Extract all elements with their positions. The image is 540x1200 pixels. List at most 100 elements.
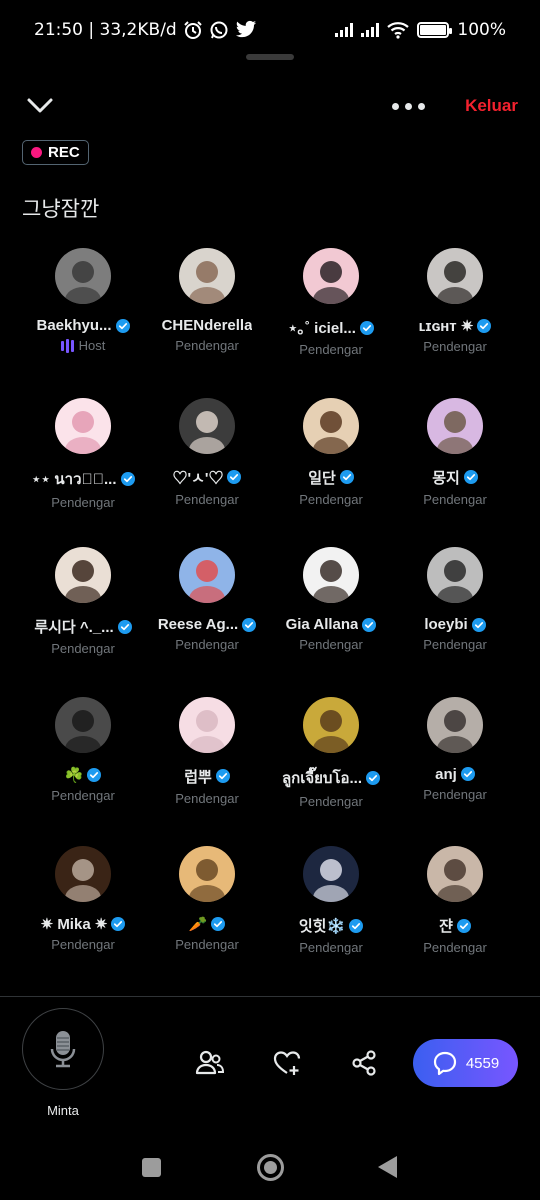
participant-name: 루시다 ^._... (34, 619, 114, 636)
verified-badge-icon (359, 320, 374, 335)
avatar (55, 696, 111, 753)
participant-card[interactable]: Gia Allana Pendengar (269, 547, 393, 697)
home-circle-icon[interactable] (257, 1154, 284, 1181)
participant-name: 쟌 (439, 918, 453, 935)
recording-dot-icon (31, 147, 42, 158)
verified-badge-icon (362, 617, 377, 632)
participant-card[interactable]: ✷ Mika ✷ Pendengar (21, 846, 145, 996)
participant-name: ✷ Mika ✷ (40, 916, 108, 933)
participant-name-row: ♡'ㅅ'♡ (173, 467, 242, 488)
participant-card[interactable]: ☘️ Pendengar (21, 696, 145, 847)
participant-role: Host (60, 338, 105, 353)
participant-name: Reese Ag... (157, 616, 239, 633)
verified-badge-icon (460, 767, 475, 781)
chevron-down-icon[interactable] (26, 92, 54, 120)
people-icon[interactable] (195, 1048, 225, 1078)
participant-card[interactable]: ♡'ㅅ'♡ Pendengar (145, 397, 269, 548)
participant-name: anj (435, 765, 457, 783)
participant-name-row: Gia Allana (286, 616, 377, 633)
sheet-drag-handle[interactable] (246, 54, 294, 60)
share-icon[interactable] (349, 1048, 379, 1078)
back-triangle-icon[interactable] (378, 1156, 397, 1178)
avatar (179, 397, 235, 454)
avatar (427, 696, 483, 753)
wifi-icon (387, 22, 410, 39)
participant-role-label: Pendengar (299, 342, 363, 357)
recording-label: REC (48, 144, 80, 161)
status-bar: 21:50 | 33,2KB/d 100% (0, 0, 540, 60)
participant-name-row: ☘️ (65, 766, 102, 784)
status-right: 100% (335, 20, 506, 40)
participant-name-row: 일단 (308, 467, 354, 488)
participant-card[interactable]: anj Pendengar (393, 696, 517, 847)
participant-card[interactable]: 쟌 Pendengar (393, 846, 517, 996)
avatar (303, 846, 359, 902)
participant-card[interactable]: 몽지 Pendengar (393, 397, 517, 548)
avatar (427, 248, 483, 304)
participant-name: ♡'ㅅ'♡ (172, 469, 224, 487)
participant-card[interactable]: ⋆⋆ นาว�ึ... Pendengar (21, 397, 145, 548)
participant-role: Pendengar (175, 338, 239, 353)
participant-name-row: 럽뿌 (184, 766, 230, 787)
verified-badge-icon (215, 769, 230, 783)
avatar (303, 696, 359, 753)
participant-role-label: Pendengar (175, 790, 239, 806)
participant-role-label: Pendengar (423, 637, 487, 652)
participant-role-label: Pendengar (51, 494, 115, 510)
battery-percent: 100% (457, 20, 506, 40)
space-header: Keluar (0, 88, 540, 128)
participant-name: Baekhyu... (36, 317, 112, 334)
participant-role: Pendengar (299, 342, 363, 357)
leave-button[interactable]: Keluar (465, 96, 518, 116)
participant-role: Pendengar (175, 492, 239, 507)
participant-card[interactable]: ลูกเจี๊ยบโอ... Pendengar (269, 696, 393, 847)
battery-icon (417, 22, 453, 38)
participant-role: Pendengar (51, 495, 115, 510)
chat-count: 4559 (465, 1054, 500, 1072)
participant-name: 럽뿌 (184, 768, 212, 786)
participant-card[interactable]: CHENderella Pendengar (145, 248, 269, 398)
avatar (303, 547, 359, 603)
participant-role-label: Pendengar (299, 793, 363, 809)
participant-role: Pendengar (175, 637, 239, 652)
chat-bubble-icon (433, 1051, 456, 1076)
more-options-icon[interactable] (392, 96, 432, 116)
participant-name: ʟɪɢʜᴛ ✷ (418, 318, 474, 335)
participant-name-row: loeybi (424, 616, 486, 633)
participant-card[interactable]: 일단 Pendengar (269, 397, 393, 548)
participants-grid: Baekhyu... Host CHENderella Pendengar ⋆｡˚ ic… (0, 248, 540, 996)
participant-name-row: 🥕 (189, 915, 226, 933)
participant-card[interactable]: ⋆｡˚ iciel... Pendengar (269, 248, 393, 398)
participant-card[interactable]: Baekhyu... Host (21, 248, 145, 398)
participant-card[interactable]: Reese Ag... Pendengar (145, 547, 269, 697)
participant-card[interactable]: 럽뿌 Pendengar (145, 696, 269, 847)
participant-role: Pendengar (299, 940, 363, 955)
participant-name-row: CHENderella (162, 317, 253, 334)
participant-name-row: ✷ Mika ✷ (41, 915, 126, 933)
participant-role: Pendengar (299, 637, 363, 652)
request-to-speak-button[interactable] (22, 1008, 104, 1090)
participant-card[interactable]: 🥕 Pendengar (145, 846, 269, 996)
verified-badge-icon (471, 617, 486, 632)
chat-button[interactable]: 4559 (413, 1039, 518, 1087)
heart-plus-icon[interactable] (272, 1048, 302, 1078)
participant-role: Pendengar (423, 492, 487, 507)
participant-card[interactable]: loeybi Pendengar (393, 547, 517, 697)
participant-name-row: ʟɪɢʜᴛ ✷ (419, 317, 492, 335)
verified-badge-icon (339, 470, 354, 484)
participant-card[interactable]: 루시다 ^._... Pendengar (21, 547, 145, 697)
participant-role-label: Pendengar (299, 637, 363, 652)
participant-name: 잇힛❄️ (298, 918, 346, 935)
participant-card[interactable]: 잇힛❄️ Pendengar (269, 846, 393, 996)
space-title: 그냥잠깐 (22, 197, 100, 221)
recording-badge: REC (22, 140, 89, 165)
participant-role-label: Pendengar (299, 491, 363, 507)
participant-card[interactable]: ʟɪɢʜᴛ ✷ Pendengar (393, 248, 517, 398)
participant-role-label: Pendengar (423, 491, 487, 507)
participant-name-row: anj (435, 766, 475, 783)
avatar (427, 547, 483, 603)
signal-icon (335, 23, 354, 37)
participant-role: Pendengar (423, 637, 487, 652)
recents-square-icon[interactable] (142, 1158, 161, 1177)
participant-name-row: ลูกเจี๊ยบโอ... (282, 766, 381, 790)
